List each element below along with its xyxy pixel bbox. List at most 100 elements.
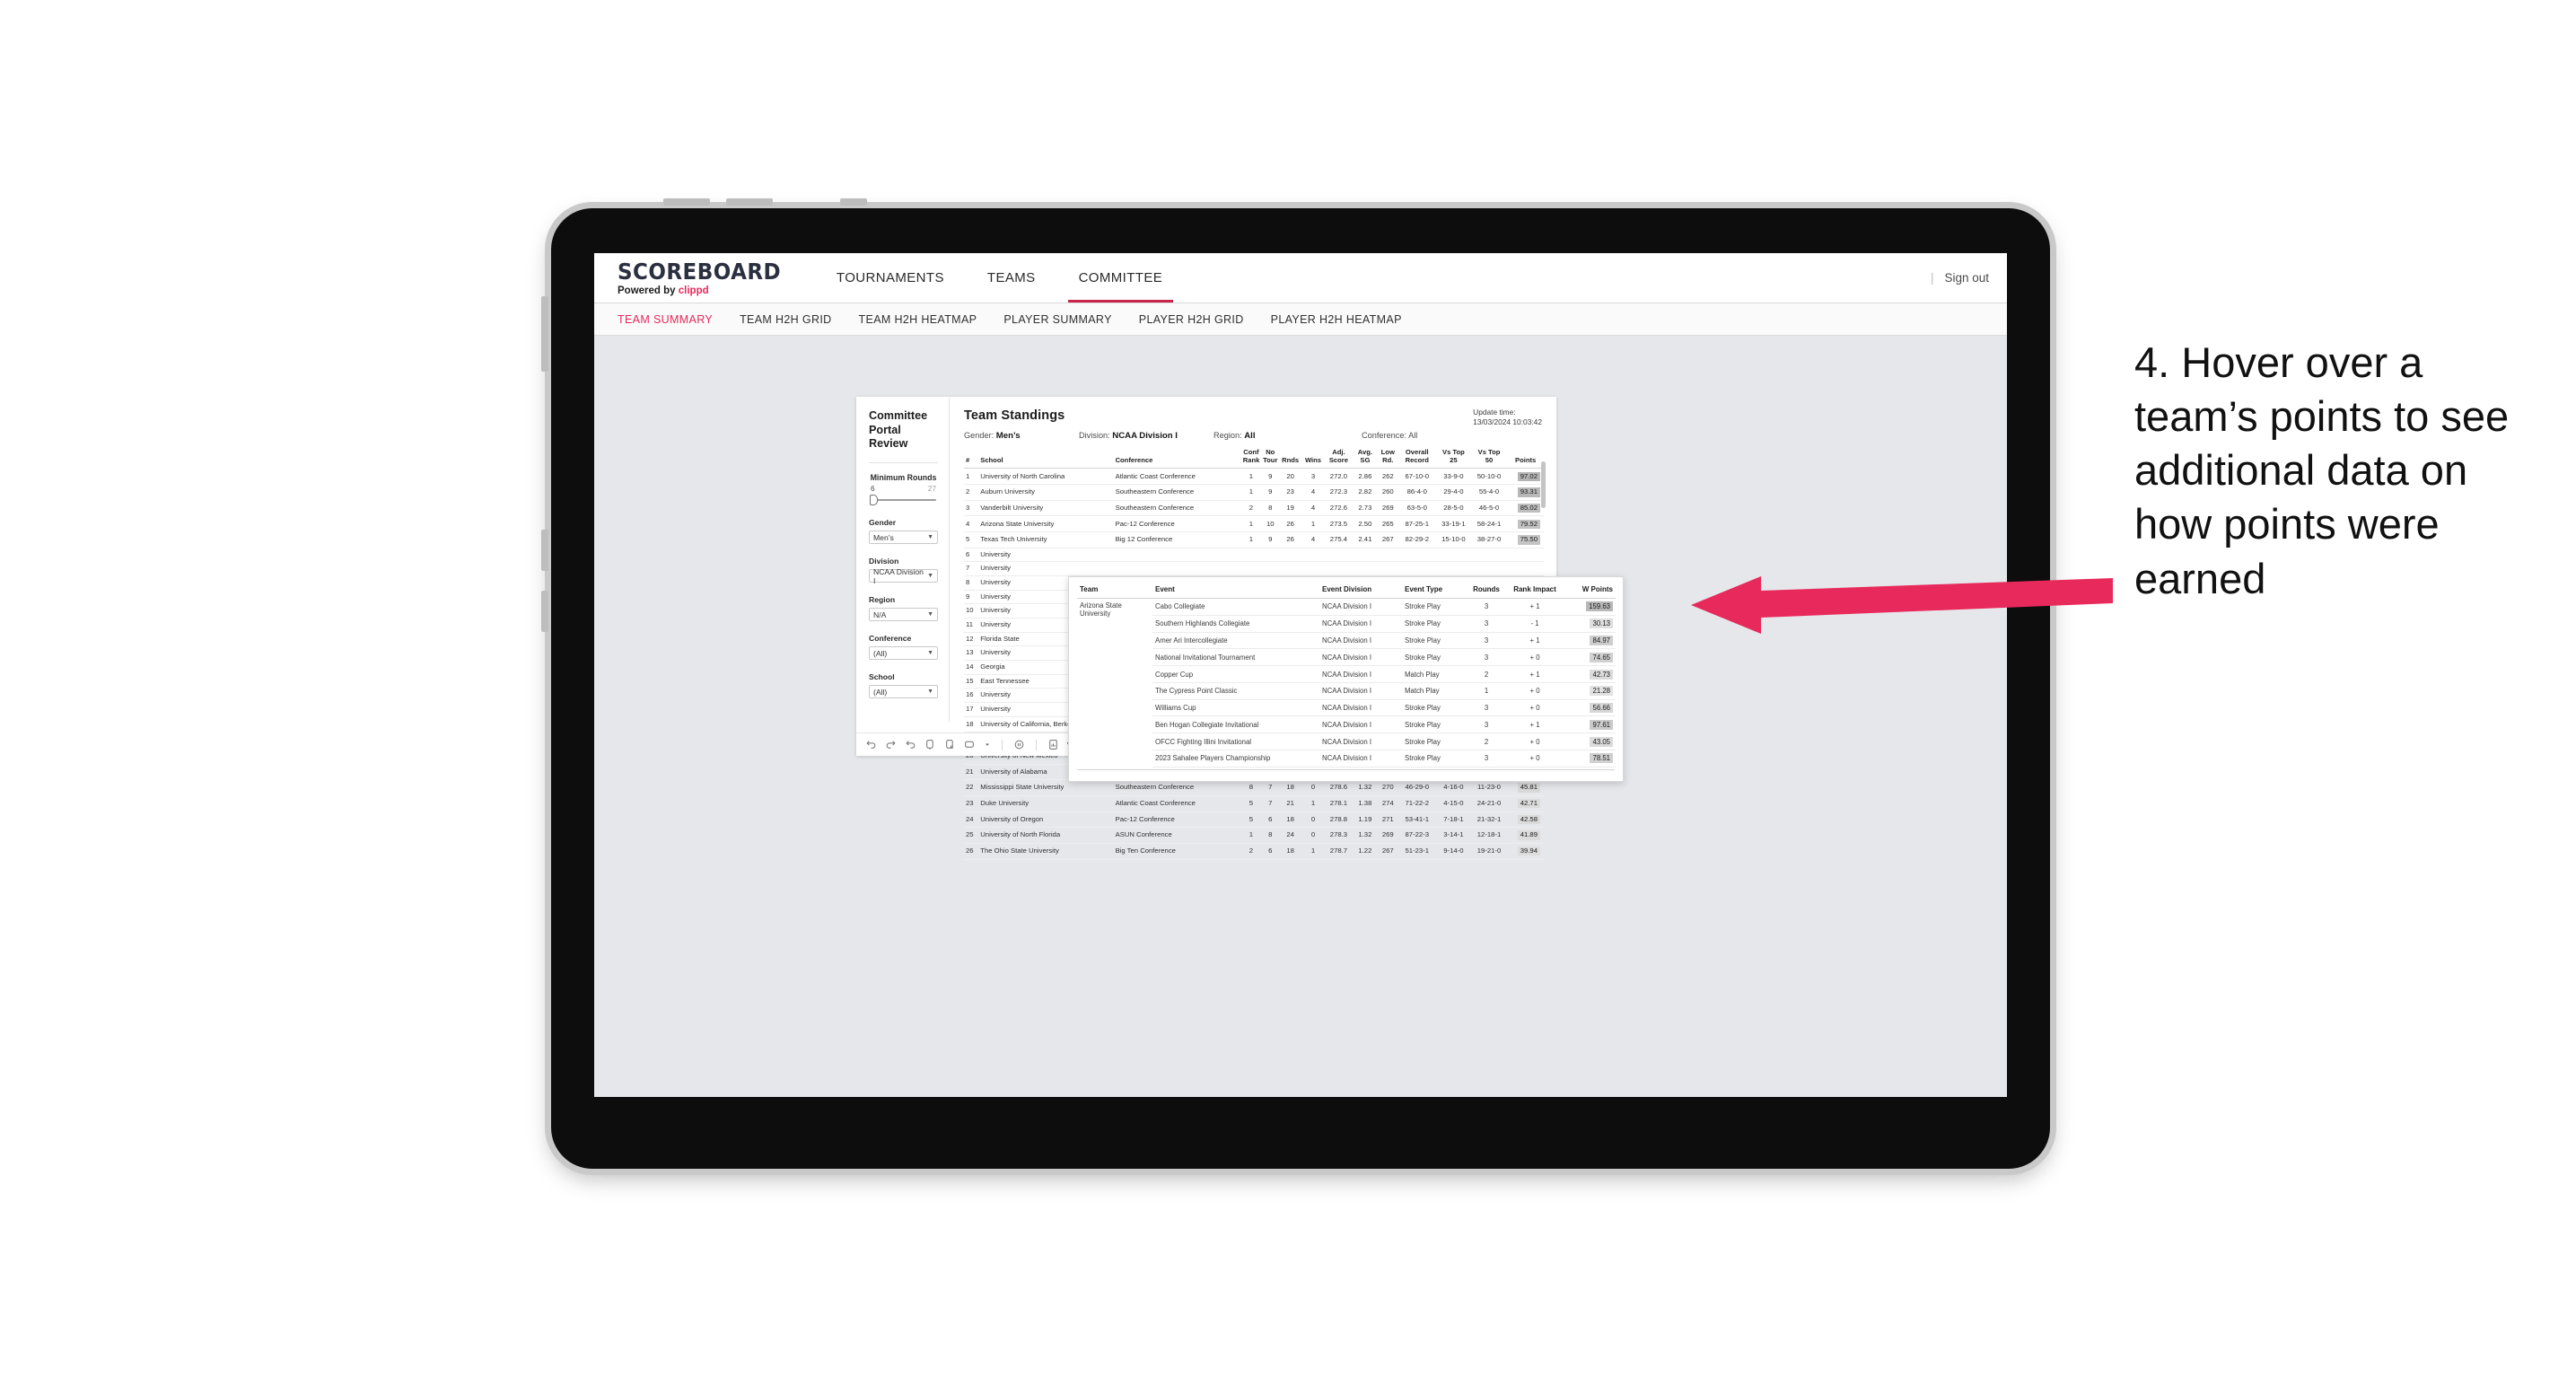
conference-select[interactable]: (All) ▼ — [869, 646, 938, 661]
points-cell[interactable]: 93.31 — [1507, 484, 1544, 501]
undo-icon[interactable] — [865, 739, 877, 750]
points-cell[interactable]: 39.94 — [1507, 843, 1544, 860]
th-tt-team: Team — [1077, 583, 1152, 599]
points-cell[interactable]: 42.58 — [1507, 811, 1544, 829]
tooltip-etype-cell: Stroke Play — [1402, 699, 1467, 717]
pause-refresh-icon[interactable] — [1013, 739, 1025, 750]
data-cell — [1240, 548, 1262, 563]
table-row[interactable]: 7 University — [964, 561, 1544, 577]
chevron-down-icon: ▼ — [927, 611, 933, 618]
redo-icon[interactable] — [885, 739, 897, 750]
points-cell[interactable]: 41.89 — [1507, 827, 1544, 844]
view-original-icon[interactable] — [1047, 739, 1059, 750]
th-school[interactable]: School — [978, 449, 1114, 469]
data-cell: 1 — [1240, 515, 1262, 533]
table-row[interactable]: 4 Arizona State University Pac-12 Conferen… — [964, 515, 1544, 533]
table-row[interactable]: 5 Texas Tech University Big 12 Conference 1… — [964, 531, 1544, 548]
table-row[interactable]: 1 University of North Carolina Atlantic Co… — [964, 468, 1544, 486]
division-select[interactable]: NCAA Division I ▼ — [869, 567, 938, 585]
tooltip-event-cell: Southern Highlands Collegiate — [1152, 615, 1319, 633]
points-cell[interactable]: 75.50 — [1507, 531, 1544, 548]
tooltip-rank-cell: + 0 — [1506, 682, 1564, 700]
data-cell: 278.6 — [1325, 779, 1353, 796]
table-row[interactable]: 3 Vanderbilt University Southeastern Confe… — [964, 500, 1544, 517]
data-cell: 38-27-0 — [1470, 531, 1508, 548]
minimum-rounds-slider[interactable] — [869, 495, 938, 506]
power-button[interactable] — [840, 198, 867, 206]
th-conf-rank[interactable]: Conf Rank — [1240, 448, 1262, 469]
th-overall-record[interactable]: Overall Record — [1398, 448, 1437, 469]
th-points[interactable]: Points — [1507, 449, 1544, 469]
th-rnds[interactable]: Rnds — [1279, 449, 1301, 469]
gender-select[interactable]: Men’s ▼ — [869, 531, 938, 545]
data-cell: Pac-12 Conference — [1113, 811, 1241, 829]
revert-icon[interactable] — [905, 739, 916, 750]
data-cell — [1352, 548, 1379, 563]
table-row[interactable]: 2 Auburn University Southeastern Conferenc… — [964, 484, 1544, 501]
tooltip-ediv-cell: NCAA Division I — [1319, 750, 1402, 768]
pause-auto-update-icon[interactable] — [944, 739, 956, 750]
data-cell — [1470, 548, 1508, 563]
table-scrollbar[interactable] — [1541, 461, 1546, 508]
th-conference[interactable]: Conference — [1113, 449, 1241, 469]
th-adj-score[interactable]: Adj. Score — [1325, 448, 1353, 469]
th-vs-top-25[interactable]: Vs Top 25 — [1436, 448, 1471, 469]
data-cell: 1.19 — [1352, 811, 1379, 829]
data-cell: 1.22 — [1352, 843, 1379, 860]
tab-team-summary[interactable]: TEAM SUMMARY — [618, 313, 713, 326]
tab-player-summary[interactable]: PLAYER SUMMARY — [1003, 313, 1111, 326]
points-cell[interactable] — [1507, 548, 1544, 563]
refresh-data-icon[interactable] — [924, 739, 936, 750]
table-row[interactable]: 22 Mississippi State University Southeaste… — [964, 779, 1544, 796]
points-cell[interactable]: 97.02 — [1507, 468, 1544, 486]
slider-handle[interactable] — [870, 495, 878, 506]
tab-player-h2h-grid[interactable]: PLAYER H2H GRID — [1139, 313, 1244, 326]
table-row[interactable]: 23 Duke University Atlantic Coast Conferen… — [964, 795, 1544, 812]
th-wins[interactable]: Wins — [1301, 449, 1326, 469]
tooltip-rank-cell: + 0 — [1506, 699, 1564, 717]
volume-up-button[interactable] — [663, 198, 710, 206]
volume-down-button[interactable] — [726, 198, 773, 206]
rank-cell: 10 — [964, 603, 979, 618]
data-cell: 2.73 — [1352, 500, 1379, 517]
th-low-rd[interactable]: Low Rd. — [1378, 448, 1398, 469]
nav-item-committee[interactable]: COMMITTEE — [1057, 253, 1185, 303]
data-cell: 24 — [1279, 827, 1301, 844]
nav-item-tournaments[interactable]: TOURNAMENTS — [815, 253, 966, 303]
tab-team-h2h-grid[interactable]: TEAM H2H GRID — [740, 313, 831, 326]
points-cell[interactable]: 42.71 — [1507, 795, 1544, 812]
th-avg-sg[interactable]: Avg. SG — [1352, 448, 1379, 469]
table-row[interactable]: 24 University of Oregon Pac-12 Conference 5… — [964, 811, 1544, 829]
school-select[interactable]: (All) ▼ — [869, 685, 938, 699]
table-row[interactable]: 6 University — [964, 548, 1544, 563]
points-cell[interactable] — [1507, 561, 1544, 577]
tooltip-wp-cell: 78.51 — [1564, 750, 1616, 768]
side-button-1[interactable] — [541, 296, 548, 372]
points-cell[interactable]: 45.81 — [1507, 779, 1544, 796]
tooltip-table-head: Team Event Event Division Event Type Rou… — [1077, 583, 1616, 599]
points-cell[interactable]: 85.02 — [1507, 500, 1544, 517]
tab-team-h2h-heatmap[interactable]: TEAM H2H HEATMAP — [859, 313, 977, 326]
school-cell: University — [978, 561, 1114, 577]
tab-player-h2h-heatmap[interactable]: PLAYER H2H HEATMAP — [1271, 313, 1402, 326]
table-row[interactable]: 25 University of North Florida ASUN Confer… — [964, 827, 1544, 844]
th-vs-top-50[interactable]: Vs Top 50 — [1470, 448, 1508, 469]
brand-sub-name: clippd — [678, 285, 709, 296]
th-rank[interactable]: # — [964, 449, 979, 469]
table-row[interactable]: 26 The Ohio State University Big Ten Confe… — [964, 843, 1544, 860]
nav-item-teams[interactable]: TEAMS — [966, 253, 1057, 303]
side-button-3[interactable] — [541, 591, 548, 632]
th-no-tour[interactable]: No Tour — [1261, 448, 1280, 469]
brand-logo[interactable]: SCOREBOARD Powered by clippd — [594, 253, 815, 303]
school-cell: University of North Carolina — [978, 468, 1114, 486]
sign-out-link[interactable]: Sign out — [1944, 271, 1989, 285]
chevron-down-icon[interactable] — [984, 739, 991, 750]
rank-cell: 6 — [964, 548, 979, 563]
rank-cell: 26 — [964, 843, 979, 860]
side-button-2[interactable] — [541, 530, 548, 571]
data-cell: 1.38 — [1352, 795, 1379, 812]
region-select[interactable]: N/A ▼ — [869, 608, 938, 622]
rank-cell: 16 — [964, 688, 979, 703]
device-layout-icon[interactable] — [964, 739, 976, 750]
points-cell[interactable]: 79.52 — [1507, 515, 1544, 533]
